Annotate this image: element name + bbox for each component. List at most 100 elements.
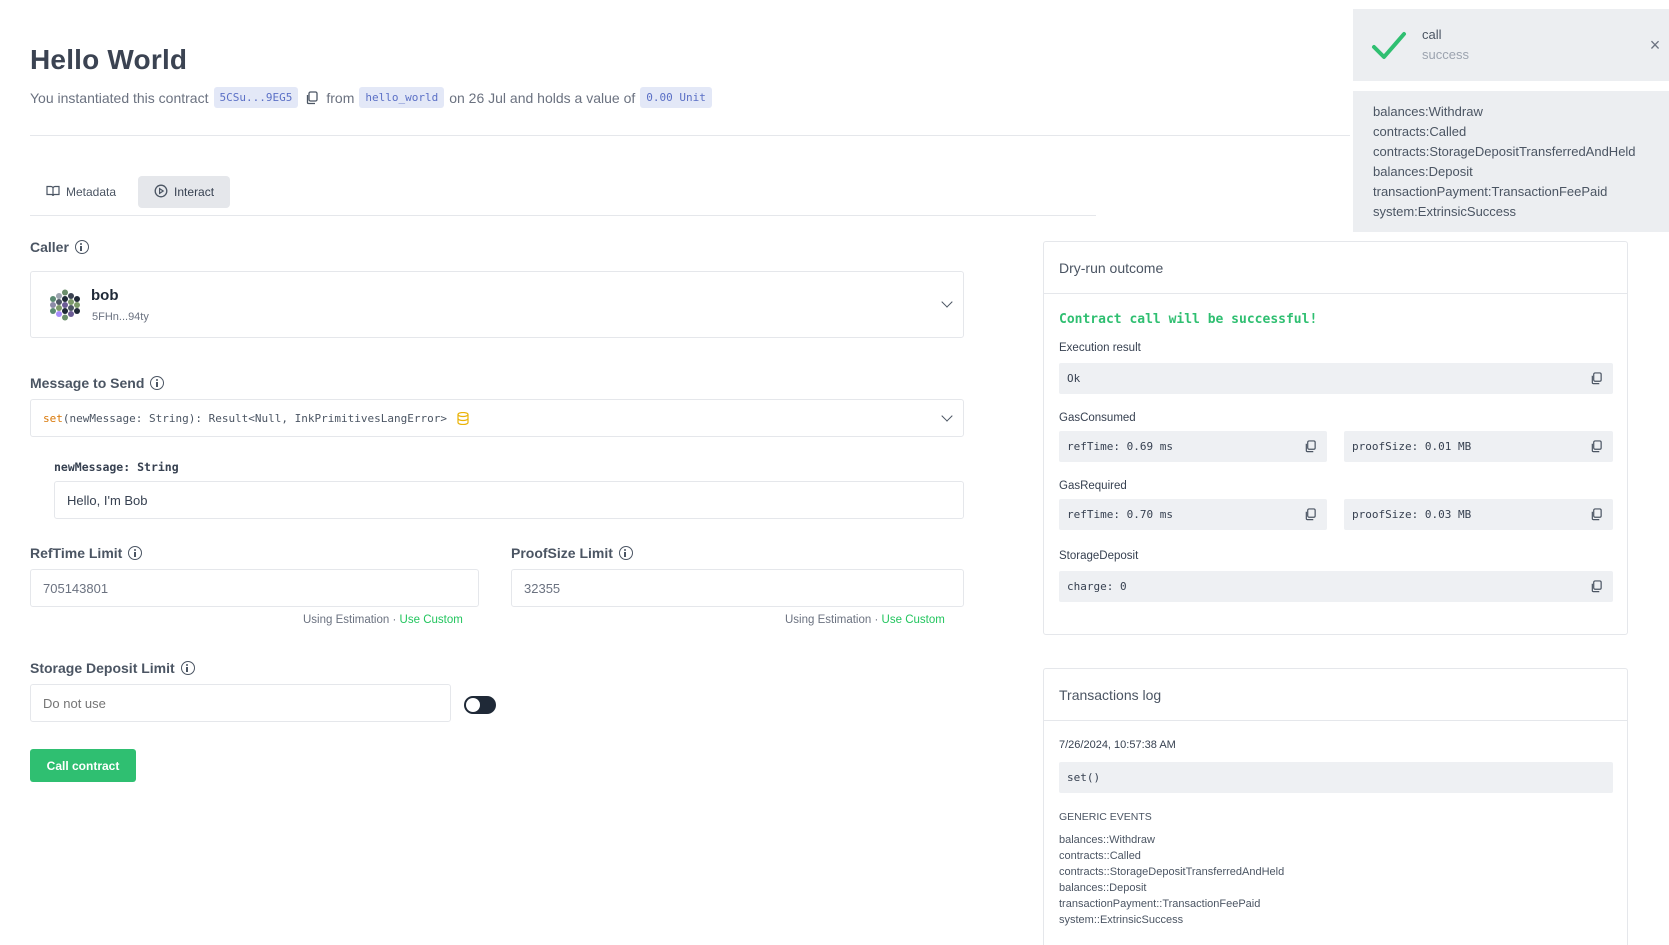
proofsize-label-text: ProofSize Limit xyxy=(511,545,613,561)
list-item: contracts:Called xyxy=(1373,124,1467,139)
gas-consumed-label: GasConsumed xyxy=(1059,412,1136,424)
info-icon[interactable] xyxy=(150,376,165,390)
dry-run-panel: Dry-run outcome Contract call will be su… xyxy=(1043,241,1628,635)
separator-dot: · xyxy=(874,614,879,626)
copy-icon[interactable] xyxy=(1590,580,1603,593)
transactions-log-panel: Transactions log 7/26/2024, 10:57:38 AM … xyxy=(1043,668,1628,945)
tabs-divider xyxy=(30,215,1096,216)
gas-consumed-reftime-text: refTime: 0.69 ms xyxy=(1067,440,1173,453)
gas-consumed-proofsize: proofSize: 0.01 MB xyxy=(1344,431,1613,462)
message-label: Message to Send xyxy=(30,375,165,391)
execution-result-value: Ok xyxy=(1059,363,1613,394)
storage-deposit-toggle[interactable] xyxy=(464,696,496,714)
list-item: balances:Deposit xyxy=(1373,164,1473,179)
copy-icon[interactable] xyxy=(1590,372,1603,385)
proofsize-hint: Using Estimation · Use Custom xyxy=(785,614,945,626)
using-estimation-text: Using Estimation xyxy=(785,614,872,626)
info-icon[interactable] xyxy=(180,661,195,675)
avatar xyxy=(49,289,81,321)
storage-deposit-label: Storage Deposit Limit xyxy=(30,660,195,676)
tab-bar: Metadata Interact xyxy=(30,176,231,208)
execution-result-text: Ok xyxy=(1067,372,1081,385)
code-name-chip: hello_world xyxy=(359,87,445,108)
storage-deposit-input[interactable] xyxy=(30,684,451,722)
list-item: system::ExtrinsicSuccess xyxy=(1059,914,1184,926)
list-item: balances::Withdraw xyxy=(1059,834,1155,846)
contract-summary: You instantiated this contract 5CSu...9E… xyxy=(30,87,712,108)
reftime-limit-input[interactable] xyxy=(30,569,479,607)
gas-required-label: GasRequired xyxy=(1059,480,1127,492)
param-name: newMessage: xyxy=(54,460,131,474)
reftime-label-text: RefTime Limit xyxy=(30,545,123,561)
proofsize-limit-input[interactable] xyxy=(511,569,964,607)
message-select[interactable]: set (newMessage: String): Result<Null, I… xyxy=(30,399,964,437)
gas-required-proofsize-text: proofSize: 0.03 MB xyxy=(1352,508,1472,521)
list-item: contracts:StorageDepositTransferredAndHe… xyxy=(1373,144,1636,159)
info-icon[interactable] xyxy=(618,546,633,560)
message-fn-name: set xyxy=(43,411,63,425)
storage-deposit-result-text: charge: 0 xyxy=(1067,580,1127,593)
list-item: balances::Deposit xyxy=(1059,882,1147,894)
separator-dot: · xyxy=(392,614,397,626)
storage-label-text: Storage Deposit Limit xyxy=(30,660,175,676)
copy-icon[interactable] xyxy=(1590,508,1603,521)
copy-icon[interactable] xyxy=(1304,508,1317,521)
dry-run-success: Contract call will be successful! xyxy=(1059,312,1318,327)
list-item: balances:Withdraw xyxy=(1373,104,1483,119)
toast-notification: call success × xyxy=(1353,9,1669,81)
reftime-hint: Using Estimation · Use Custom xyxy=(303,614,463,626)
list-item: system:ExtrinsicSuccess xyxy=(1373,204,1517,219)
tab-label: Interact xyxy=(174,185,215,199)
gas-required-reftime: refTime: 0.70 ms xyxy=(1059,499,1327,530)
gas-required-proofsize: proofSize: 0.03 MB xyxy=(1344,499,1613,530)
param-type: String xyxy=(137,460,179,474)
storage-deposit-result-label: StorageDeposit xyxy=(1059,550,1139,562)
summary-from: from xyxy=(326,89,355,106)
caller-select[interactable]: bob 5FHn...94ty xyxy=(30,271,964,338)
dry-run-title: Dry-run outcome xyxy=(1044,242,1627,294)
list-item: contracts::StorageDepositTransferredAndH… xyxy=(1059,866,1285,878)
reftime-label: RefTime Limit xyxy=(30,545,143,561)
chevron-down-icon xyxy=(941,296,953,308)
list-item: contracts::Called xyxy=(1059,850,1141,862)
info-icon[interactable] xyxy=(128,546,143,560)
generic-events-title: GENERIC EVENTS xyxy=(1059,811,1152,823)
proofsize-use-custom-link[interactable]: Use Custom xyxy=(882,614,945,626)
check-icon xyxy=(1371,29,1407,63)
copy-icon[interactable] xyxy=(1304,440,1317,453)
new-message-input[interactable] xyxy=(54,481,964,519)
reftime-use-custom-link[interactable]: Use Custom xyxy=(400,614,463,626)
summary-prefix: You instantiated this contract xyxy=(30,89,209,106)
toast-status: success xyxy=(1422,47,1469,62)
gas-consumed-reftime: refTime: 0.69 ms xyxy=(1059,431,1327,462)
tab-interact[interactable]: Interact xyxy=(138,176,231,208)
using-estimation-text: Using Estimation xyxy=(303,614,390,626)
caller-label-text: Caller xyxy=(30,239,69,255)
book-icon xyxy=(46,185,60,200)
proofsize-label: ProofSize Limit xyxy=(511,545,633,561)
list-item: transactionPayment::TransactionFeePaid xyxy=(1059,898,1261,910)
caller-name: bob xyxy=(91,287,119,304)
page-title: Hello World xyxy=(30,44,188,75)
close-icon[interactable]: × xyxy=(1641,35,1669,55)
contract-address-chip: 5CSu...9EG5 xyxy=(213,87,299,108)
message-signature: (newMessage: String): Result<Null, InkPr… xyxy=(62,411,447,425)
transactions-log-title: Transactions log xyxy=(1044,669,1627,721)
info-icon[interactable] xyxy=(74,240,89,254)
tab-metadata[interactable]: Metadata xyxy=(30,176,132,208)
caller-label: Caller xyxy=(30,239,89,255)
toast-title: call xyxy=(1422,27,1442,42)
gas-required-reftime-text: refTime: 0.70 ms xyxy=(1067,508,1173,521)
chevron-down-icon xyxy=(941,410,953,422)
call-contract-button[interactable]: Call contract xyxy=(30,749,136,782)
generic-events-list: balances::Withdraw contracts::Called con… xyxy=(1059,832,1284,928)
copy-icon[interactable] xyxy=(1590,440,1603,453)
play-circle-icon xyxy=(154,184,168,201)
copy-icon[interactable] xyxy=(305,90,319,105)
gas-consumed-proofsize-text: proofSize: 0.01 MB xyxy=(1352,440,1472,453)
toast-events-list: balances:Withdraw contracts:Called contr… xyxy=(1353,91,1669,232)
message-label-text: Message to Send xyxy=(30,375,145,391)
storage-deposit-result-value: charge: 0 xyxy=(1059,571,1613,602)
list-item: transactionPayment:TransactionFeePaid xyxy=(1373,184,1608,199)
transaction-timestamp: 7/26/2024, 10:57:38 AM xyxy=(1059,739,1176,751)
